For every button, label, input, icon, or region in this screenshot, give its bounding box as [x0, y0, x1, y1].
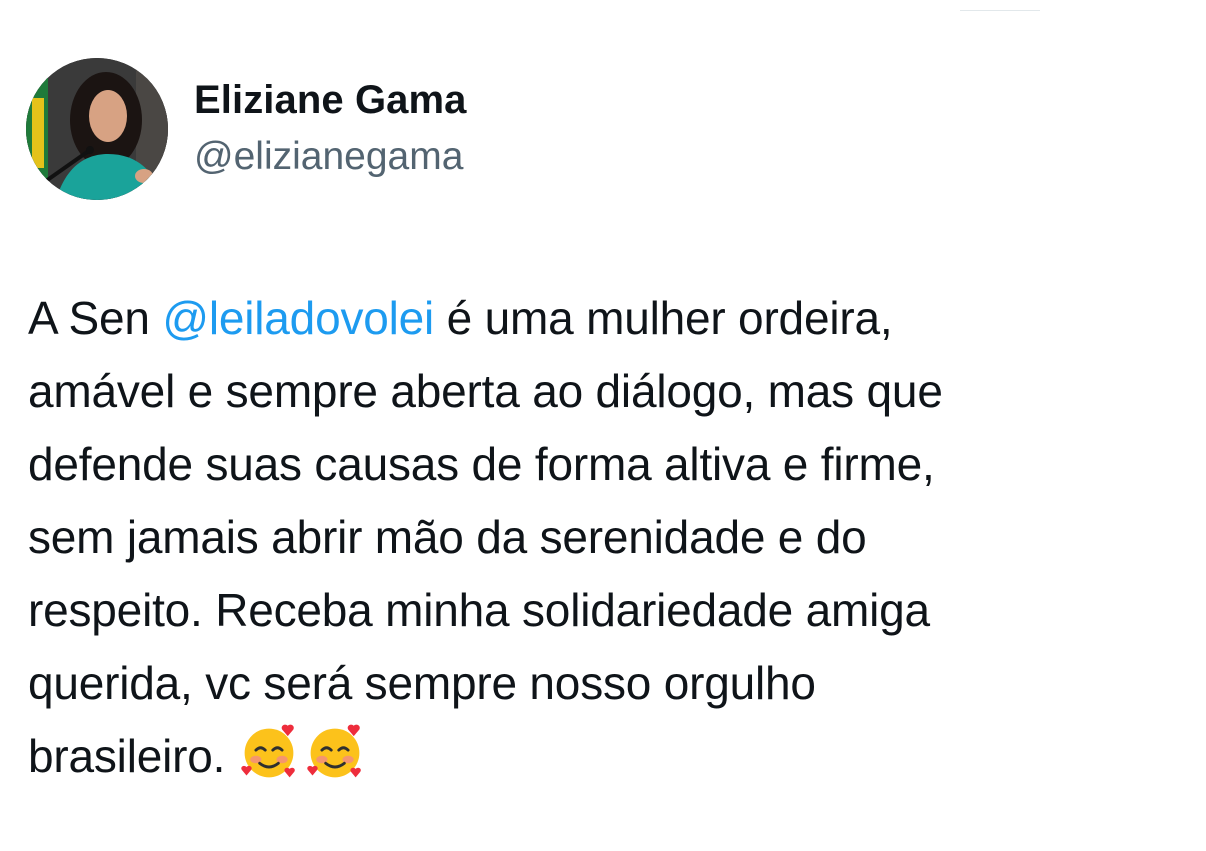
top-edge-fragment [960, 0, 1040, 11]
author-display-name[interactable]: Eliziane Gama [194, 76, 467, 124]
smiling-face-with-hearts-icon [307, 724, 362, 778]
tweet-text-line-2: amável e sempre aberta ao diálogo, mas q… [28, 365, 943, 417]
avatar-photo [26, 58, 168, 200]
author-handle[interactable]: @elizianegama [194, 132, 467, 182]
tweet-text-prefix: A Sen [28, 292, 163, 344]
tweet-text-line-5: respeito. Receba minha solidariedade ami… [28, 584, 930, 636]
mention-link[interactable]: @leiladovolei [162, 292, 434, 344]
smiling-face-with-hearts-icon [241, 724, 296, 778]
tweet-text-line-7: brasileiro. [28, 730, 226, 782]
tweet-text-line-3: defende suas causas de forma altiva e fi… [28, 438, 935, 490]
tweet-header: Eliziane Gama @elizianegama [26, 58, 467, 200]
author-names: Eliziane Gama @elizianegama [194, 76, 467, 182]
tweet-text-line-1-rest: é uma mulher ordeira, [434, 292, 893, 344]
tweet-text-line-6: querida, vc será sempre nosso orgulho [28, 657, 816, 709]
tweet-text-line-4: sem jamais abrir mão da serenidade e do [28, 511, 867, 563]
avatar[interactable] [26, 58, 168, 200]
tweet-text: A Sen @leiladovolei é uma mulher ordeira… [28, 282, 1188, 793]
